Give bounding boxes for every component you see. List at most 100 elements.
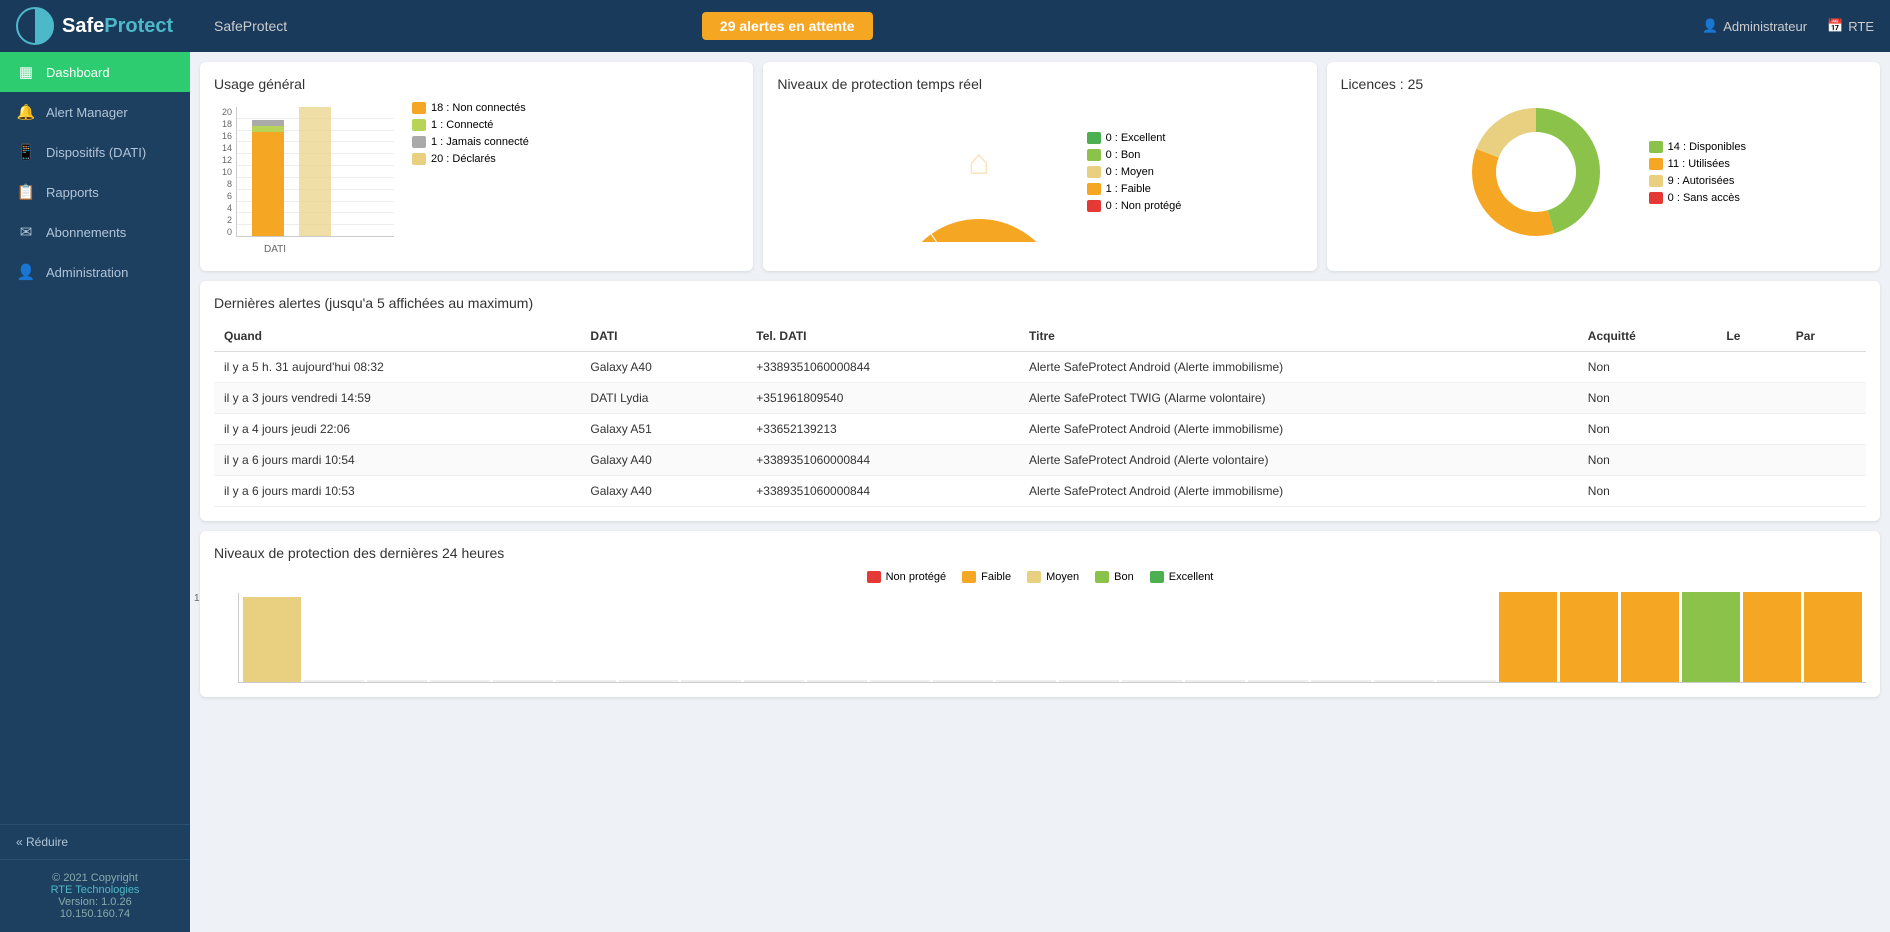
header-right: 👤 Administrateur 📅 RTE xyxy=(1702,18,1874,34)
bottom-bar xyxy=(744,680,804,682)
footer-company: RTE Technologies xyxy=(16,884,174,896)
bottom-bar xyxy=(556,680,616,682)
app-title: SafeProtect xyxy=(214,18,287,34)
bottom-bar xyxy=(1804,592,1862,682)
admin-icon: 👤 xyxy=(16,263,36,281)
subscriptions-icon: ✉ xyxy=(16,223,36,241)
legend-autorisees: 9 : Autorisées xyxy=(1649,175,1746,187)
bar2-group xyxy=(299,107,331,236)
sidebar-item-abonnements[interactable]: ✉ Abonnements xyxy=(0,212,190,252)
col-acquitte: Acquitté xyxy=(1578,321,1717,352)
bottom-bar xyxy=(304,680,364,682)
alerts-title: Dernières alertes (jusqu'a 5 affichées a… xyxy=(214,295,1866,311)
sidebar-label-rapports: Rapports xyxy=(46,185,99,200)
bottom-bar xyxy=(619,680,679,682)
cell-par xyxy=(1786,352,1866,383)
sidebar-item-alert-manager[interactable]: 🔔 Alert Manager xyxy=(0,92,190,132)
cell-par xyxy=(1786,414,1866,445)
cell-tel: +351961809540 xyxy=(746,383,1019,414)
bottom-bar xyxy=(367,680,427,682)
legend-faible: 1 : Faible xyxy=(1087,183,1182,195)
sidebar: ▦ Dashboard 🔔 Alert Manager 📱 Dispositif… xyxy=(0,52,190,932)
protection-24h-title: Niveaux de protection des dernières 24 h… xyxy=(214,545,1866,561)
bottom-bar xyxy=(996,680,1056,682)
table-row: il y a 5 h. 31 aujourd'hui 08:32Galaxy A… xyxy=(214,352,1866,383)
content: Usage général 0 2 4 6 8 10 12 14 xyxy=(190,52,1890,932)
cell-titre: Alerte SafeProtect TWIG (Alarme volontai… xyxy=(1019,383,1578,414)
sidebar-label-admin: Administration xyxy=(46,265,128,280)
logo: SafeProtect xyxy=(16,7,206,45)
bottom-bar xyxy=(681,680,741,682)
sidebar-item-dispositifs[interactable]: 📱 Dispositifs (DATI) xyxy=(0,132,190,172)
cell-titre: Alerte SafeProtect Android (Alerte immob… xyxy=(1019,414,1578,445)
svg-text:⌂: ⌂ xyxy=(968,141,990,182)
alerts-card: Dernières alertes (jusqu'a 5 affichées a… xyxy=(200,281,1880,521)
bottom-bar xyxy=(1059,680,1119,682)
licences-card: Licences : 25 xyxy=(1327,62,1880,271)
cell-par xyxy=(1786,383,1866,414)
sidebar-item-rapports[interactable]: 📋 Rapports xyxy=(0,172,190,212)
y-label: 1 xyxy=(194,593,200,604)
sidebar-item-dashboard[interactable]: ▦ Dashboard xyxy=(0,52,190,92)
cell-acquitte: Non xyxy=(1578,352,1717,383)
legend-bon-24h: Bon xyxy=(1095,571,1134,583)
user-label: Administrateur xyxy=(1723,19,1807,34)
legend-moyen: 0 : Moyen xyxy=(1087,166,1182,178)
usage-legend: 18 : Non connectés 1 : Connecté 1 : Jama… xyxy=(412,102,529,165)
legend-dot-gray xyxy=(412,136,426,148)
table-row: il y a 6 jours mardi 10:53Galaxy A40+338… xyxy=(214,476,1866,507)
table-row: il y a 3 jours vendredi 14:59DATI Lydia+… xyxy=(214,383,1866,414)
col-titre: Titre xyxy=(1019,321,1578,352)
y-axis: 0 2 4 6 8 10 12 14 16 18 20 xyxy=(214,107,232,237)
usage-general-card: Usage général 0 2 4 6 8 10 12 14 xyxy=(200,62,753,271)
cell-tel: +33652139213 xyxy=(746,414,1019,445)
usage-chart-container: 0 2 4 6 8 10 12 14 16 18 20 xyxy=(214,102,739,257)
legend-non-protege-24h: Non protégé xyxy=(867,571,947,583)
header: SafeProtect SafeProtect 29 alertes en at… xyxy=(0,0,1890,52)
legend-utilisees: 11 : Utilisées xyxy=(1649,158,1746,170)
col-quand: Quand xyxy=(214,321,580,352)
cell-le xyxy=(1716,445,1785,476)
legend-jamais: 1 : Jamais connecté xyxy=(412,136,529,148)
cell-tel: +3389351060000844 xyxy=(746,352,1019,383)
licences-title: Licences : 25 xyxy=(1341,76,1866,92)
sidebar-reduce-button[interactable]: « Réduire xyxy=(0,824,190,859)
cell-le xyxy=(1716,383,1785,414)
cell-dati: Galaxy A51 xyxy=(580,414,746,445)
bottom-bar xyxy=(1560,592,1618,682)
chart-area xyxy=(236,107,394,237)
bar1-non-connectes xyxy=(252,132,284,236)
cell-dati: Galaxy A40 xyxy=(580,445,746,476)
cell-acquitte: Non xyxy=(1578,383,1717,414)
sidebar-item-administration[interactable]: 👤 Administration xyxy=(0,252,190,292)
bottom-bar xyxy=(1374,680,1434,682)
bottom-bar xyxy=(807,680,867,682)
cell-tel: +3389351060000844 xyxy=(746,476,1019,507)
cell-acquitte: Non xyxy=(1578,445,1717,476)
cell-par xyxy=(1786,476,1866,507)
bottom-bar xyxy=(1437,680,1497,682)
top-cards-row: Usage général 0 2 4 6 8 10 12 14 xyxy=(200,62,1880,271)
protection-24h-legend: Non protégé Faible Moyen Bon Excellent xyxy=(214,571,1866,583)
cell-quand: il y a 4 jours jeudi 22:06 xyxy=(214,414,580,445)
footer-copyright: © 2021 Copyright xyxy=(16,872,174,884)
logo-protect: Protect xyxy=(104,15,173,37)
main-layout: ▦ Dashboard 🔔 Alert Manager 📱 Dispositif… xyxy=(0,52,1890,932)
protection-24h-card: Niveaux de protection des dernières 24 h… xyxy=(200,531,1880,697)
legend-dot-green xyxy=(412,119,426,131)
legend-declares: 20 : Déclarés xyxy=(412,153,529,165)
org-info: 📅 RTE xyxy=(1827,18,1874,34)
legend-excellent-24h: Excellent xyxy=(1150,571,1214,583)
sidebar-label-dashboard: Dashboard xyxy=(46,65,110,80)
alert-button[interactable]: 29 alertes en attente xyxy=(702,12,873,40)
cell-quand: il y a 6 jours mardi 10:53 xyxy=(214,476,580,507)
protection-temps-reel-card: Niveaux de protection temps réel ⌂ 0 : E… xyxy=(763,62,1316,271)
legend-moyen-24h: Moyen xyxy=(1027,571,1079,583)
usage-general-title: Usage général xyxy=(214,76,739,92)
sidebar-label-alert: Alert Manager xyxy=(46,105,128,120)
bar1-group xyxy=(252,107,284,236)
bar2-declares xyxy=(299,107,331,236)
cell-quand: il y a 6 jours mardi 10:54 xyxy=(214,445,580,476)
reports-icon: 📋 xyxy=(16,183,36,201)
legend-non-protege: 0 : Non protégé xyxy=(1087,200,1182,212)
